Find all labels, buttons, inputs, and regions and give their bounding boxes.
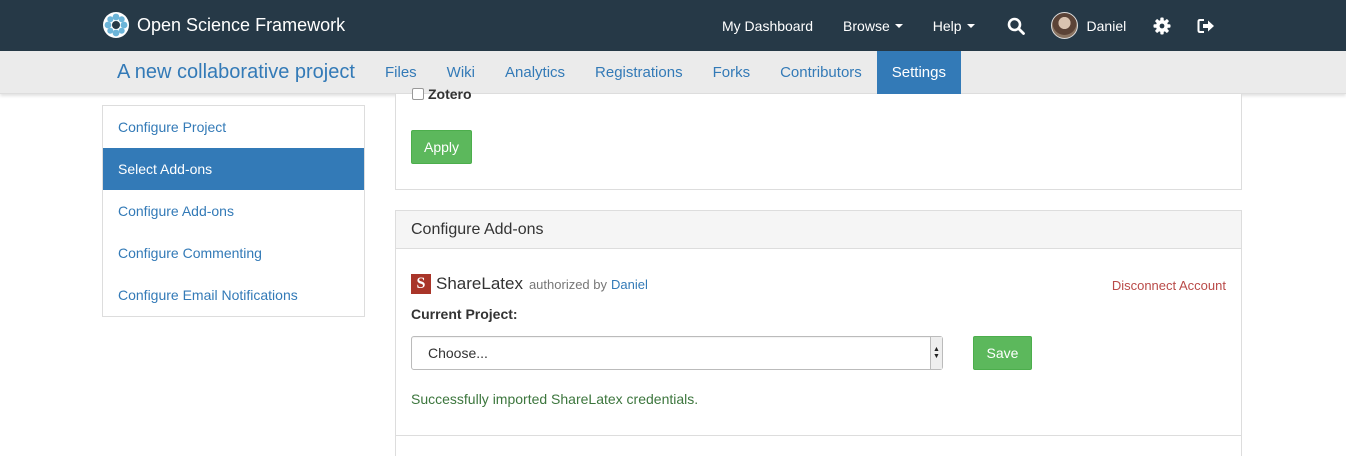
- avatar: [1050, 12, 1078, 39]
- panel-heading: Configure Add-ons: [396, 211, 1241, 249]
- user-menu[interactable]: Daniel: [1039, 0, 1141, 51]
- current-project-label: Current Project:: [411, 306, 518, 322]
- authorized-user-link[interactable]: Daniel: [611, 277, 648, 292]
- next-panel-edge: [395, 436, 1242, 456]
- authorized-by-text: authorized by: [528, 276, 608, 292]
- disconnect-account-link[interactable]: Disconnect Account: [1112, 278, 1226, 293]
- addon-checkbox-label: Zotero: [428, 86, 472, 102]
- nav-help-label: Help: [932, 17, 962, 34]
- sidebar-item-configure-email-notifications[interactable]: Configure Email Notifications: [103, 274, 364, 316]
- project-select-value: Choose...: [428, 345, 488, 361]
- settings-sidebar: Configure Project Select Add-ons Configu…: [102, 105, 365, 317]
- chevron-down-icon: [966, 23, 975, 28]
- nav-my-dashboard[interactable]: My Dashboard: [710, 0, 825, 51]
- nav-browse-dropdown[interactable]: Browse: [825, 0, 915, 51]
- tab-contributors[interactable]: Contributors: [765, 51, 877, 94]
- select-addons-panel: Zotero Apply: [395, 86, 1242, 190]
- search-icon: [1007, 17, 1025, 35]
- save-button[interactable]: Save: [973, 336, 1032, 370]
- tab-settings[interactable]: Settings: [876, 51, 961, 94]
- sharelatex-logo-icon: S: [411, 274, 431, 294]
- brand-name: Open Science Framework: [137, 14, 346, 35]
- nav-help-dropdown[interactable]: Help: [915, 0, 987, 51]
- sign-out-button[interactable]: [1184, 0, 1228, 51]
- tab-registrations[interactable]: Registrations: [580, 51, 698, 94]
- top-nav: My Dashboard Browse Help Daniel: [710, 0, 1228, 51]
- gear-icon: [1153, 17, 1171, 34]
- addon-header: S ShareLatex authorized by Daniel: [411, 274, 648, 294]
- chevron-down-icon: [894, 23, 903, 28]
- success-message: Successfully imported ShareLatex credent…: [411, 391, 699, 407]
- osf-logo-icon: [103, 12, 129, 38]
- sidebar-item-configure-addons[interactable]: Configure Add-ons: [103, 190, 364, 232]
- select-arrows-icon: ▲ ▼: [930, 337, 942, 369]
- addon-checkbox-row: Zotero: [412, 86, 472, 102]
- search-button[interactable]: [993, 0, 1039, 51]
- settings-button[interactable]: [1140, 0, 1184, 51]
- tab-forks[interactable]: Forks: [698, 51, 766, 94]
- configure-addons-panel: Configure Add-ons S ShareLatex authorize…: [395, 210, 1242, 436]
- project-select[interactable]: Choose... ▲ ▼: [411, 336, 943, 370]
- top-navbar: Open Science Framework My Dashboard Brow…: [0, 0, 1346, 51]
- addon-name: ShareLatex: [436, 274, 523, 293]
- sidebar-item-configure-project[interactable]: Configure Project: [103, 106, 364, 148]
- sidebar-item-configure-commenting[interactable]: Configure Commenting: [103, 232, 364, 274]
- nav-my-dashboard-label: My Dashboard: [722, 17, 814, 34]
- tab-analytics[interactable]: Analytics: [490, 51, 580, 94]
- brand[interactable]: Open Science Framework: [102, 11, 345, 39]
- apply-button[interactable]: Apply: [411, 130, 472, 164]
- sidebar-item-select-addons[interactable]: Select Add-ons: [103, 148, 364, 190]
- user-name: Daniel: [1086, 17, 1127, 34]
- nav-browse-label: Browse: [843, 17, 890, 34]
- addon-checkbox[interactable]: [412, 88, 424, 100]
- project-title[interactable]: A new collaborative project: [117, 61, 355, 84]
- project-subnav: A new collaborative project Files Wiki A…: [0, 51, 1346, 94]
- sign-out-icon: [1197, 18, 1215, 33]
